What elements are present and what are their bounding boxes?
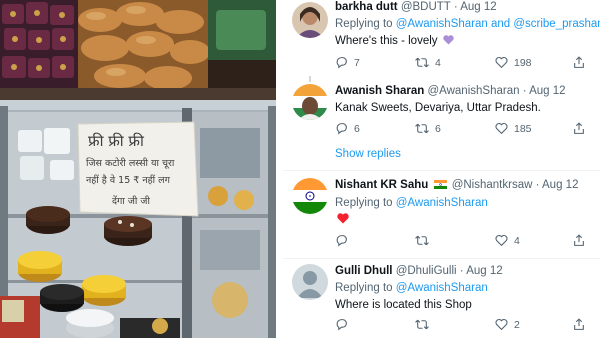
red-heart-icon <box>337 213 349 229</box>
share-icon <box>574 318 584 330</box>
reply-count: 7 <box>354 56 360 69</box>
separator-dot: · <box>453 1 458 13</box>
avatar-nishant-kr-sahu[interactable] <box>292 178 328 214</box>
reply-button[interactable]: 6 <box>335 122 360 135</box>
like-button[interactable]: 185 <box>495 122 532 135</box>
tweet-awanish-sharan[interactable]: Awanish Sharan @AwanishSharan · Aug 12 K… <box>283 82 600 170</box>
tweet-actions: 6 6 185 <box>335 122 588 138</box>
replying-to-prefix: Replying to <box>335 18 393 30</box>
tweet-text <box>335 213 596 229</box>
like-count: 198 <box>514 56 532 69</box>
purple-heart-icon <box>443 35 454 50</box>
tweet-gulli-dhull[interactable]: Gulli Dhull @DhuliGulli · Aug 12 Replyin… <box>283 262 600 338</box>
sweet-shop-photo: फ्री फ्री फ्री जिस कटोरी लस्सी या चूरा न… <box>0 0 276 338</box>
share-icon <box>574 122 584 134</box>
share-button[interactable] <box>573 122 585 135</box>
tweet-actions: 4 <box>335 234 588 250</box>
like-count: 4 <box>514 234 520 247</box>
sign-line-4: देंगा जी जी <box>112 195 150 207</box>
avatar-barkha-dutt[interactable] <box>292 2 328 38</box>
like-count: 2 <box>514 318 520 331</box>
reply-button[interactable] <box>335 234 354 247</box>
like-button[interactable]: 2 <box>495 318 520 331</box>
reply-count: 6 <box>354 122 360 135</box>
replying-to: Replying to @AwanishSharan and @scribe_p… <box>335 17 600 32</box>
replying-to-prefix: Replying to <box>335 282 393 294</box>
reply-button[interactable] <box>335 318 354 331</box>
separator-dot: · <box>535 179 540 191</box>
reply-icon <box>336 235 347 247</box>
tweet-date[interactable]: Aug 12 <box>460 1 496 13</box>
share-button[interactable] <box>573 318 585 331</box>
retweet-icon <box>415 319 429 330</box>
reply-icon <box>336 123 347 135</box>
tweet-nishant-kr-sahu[interactable]: Nishant KR Sahu @Nishantkrsaw · Aug 12 R… <box>283 176 600 256</box>
retweet-button[interactable]: 4 <box>415 56 441 69</box>
like-button[interactable]: 198 <box>495 56 532 69</box>
retweet-button[interactable] <box>415 234 435 247</box>
replying-to-link[interactable]: @AwanishSharan <box>396 282 488 294</box>
author-name[interactable]: Awanish Sharan <box>335 85 424 97</box>
author-name[interactable]: Gulli Dhull <box>335 265 393 277</box>
avatar-gulli-dhull[interactable] <box>292 264 328 300</box>
author-handle[interactable]: @AwanishSharan <box>427 85 519 97</box>
tweet-date[interactable]: Aug 12 <box>466 265 502 277</box>
reply-button[interactable]: 7 <box>335 56 360 69</box>
divider <box>283 170 600 171</box>
heart-icon <box>495 56 508 69</box>
reply-thread: barkha dutt @BDUTT · Aug 12 Replying to … <box>283 0 600 338</box>
india-flag-icon <box>433 179 447 194</box>
tweet-text: Where is located this Shop <box>335 299 472 311</box>
tweet-actions: 2 <box>335 318 588 334</box>
retweet-icon <box>415 235 429 246</box>
heart-icon <box>495 318 508 331</box>
replying-to: Replying to @AwanishSharan <box>335 196 596 211</box>
like-count: 185 <box>514 122 532 135</box>
retweet-button[interactable]: 6 <box>415 122 441 135</box>
reply-icon <box>336 57 347 69</box>
sign-line-1: फ्री फ्री फ्री <box>88 132 145 150</box>
author-name[interactable]: barkha dutt <box>335 1 398 13</box>
replying-to-prefix: Replying to <box>335 197 393 209</box>
replying-to: Replying to @AwanishSharan <box>335 281 596 296</box>
tweet-barkha-dutt[interactable]: barkha dutt @BDUTT · Aug 12 Replying to … <box>283 0 600 76</box>
avatar-awanish-sharan[interactable] <box>292 84 328 120</box>
separator-dot: · <box>522 85 527 97</box>
reply-icon <box>336 319 347 331</box>
like-button[interactable]: 4 <box>495 234 520 247</box>
tweet-date[interactable]: Aug 12 <box>542 179 578 191</box>
share-button[interactable] <box>573 56 585 69</box>
author-handle[interactable]: @DhuliGulli <box>396 265 457 277</box>
heart-icon <box>495 122 508 135</box>
separator-dot: · <box>459 265 464 277</box>
retweet-count: 4 <box>435 56 441 69</box>
author-handle[interactable]: @BDUTT <box>401 1 451 13</box>
tweet-date[interactable]: Aug 12 <box>529 85 565 97</box>
share-button[interactable] <box>573 234 585 247</box>
sign-line-2: जिस कटोरी लस्सी या चूरा <box>86 157 175 169</box>
retweet-icon <box>415 123 429 134</box>
replying-to-link[interactable]: @AwanishSharan <box>396 197 488 209</box>
replying-to-link[interactable]: @AwanishSharan and @scribe_prashant <box>396 18 600 30</box>
share-icon <box>574 56 584 68</box>
share-icon <box>574 234 584 246</box>
heart-icon <box>495 234 508 247</box>
divider <box>283 258 600 259</box>
retweet-icon <box>415 57 429 68</box>
retweet-count: 6 <box>435 122 441 135</box>
tweet-text: Kanak Sweets, Devariya, Uttar Pradesh. <box>335 102 541 114</box>
retweet-button[interactable] <box>415 318 435 331</box>
show-replies-link[interactable]: Show replies <box>335 148 401 160</box>
sign-line-3: नहीं है वे 15 ₹ नहीं लग <box>86 174 171 186</box>
author-name[interactable]: Nishant KR Sahu <box>335 179 428 191</box>
author-handle[interactable]: @Nishantkrsaw <box>452 179 533 191</box>
tweet-text: Where's this - lovely <box>335 34 596 50</box>
tweet-actions: 7 4 198 <box>335 56 588 72</box>
